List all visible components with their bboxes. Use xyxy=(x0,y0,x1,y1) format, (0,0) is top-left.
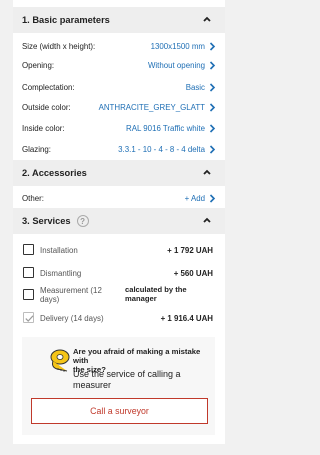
card-subtitle-line2: measurer xyxy=(73,380,112,390)
param-value[interactable]: Without opening xyxy=(148,61,205,70)
param-row-inside-color[interactable]: Inside color: RAL 9016 Traffic white xyxy=(13,118,225,138)
service-row-measurement: Measurement (12 days) calculated by the … xyxy=(13,284,225,306)
service-name: Measurement (12 days) xyxy=(40,286,102,304)
param-value[interactable]: RAL 9016 Traffic white xyxy=(126,124,205,133)
service-row-dismantling: Dismantling + 560 UAH xyxy=(13,266,225,280)
card-title-line1: Are you afraid of making a mistake with xyxy=(73,347,201,365)
param-row-glazing[interactable]: Glazing: 3.3.1 - 10 - 4 - 8 - 4 delta xyxy=(13,139,225,159)
param-label: Size (width x height): xyxy=(22,41,96,51)
param-row-complectation[interactable]: Complectation: Basic xyxy=(13,77,225,97)
section-basic-title: 1. Basic parameters xyxy=(22,15,110,25)
chevron-right-icon xyxy=(209,61,216,70)
note-line2: manager xyxy=(125,293,157,303)
chevron-right-icon xyxy=(209,42,216,51)
dismantling-checkbox[interactable] xyxy=(23,267,34,278)
param-value[interactable]: ANTHRACITE_GREY_GLATT xyxy=(99,103,205,112)
param-value[interactable]: Basic xyxy=(186,83,205,92)
caret-up-icon xyxy=(203,169,211,175)
param-row-size[interactable]: Size (width x height): 1300x1500 mm xyxy=(13,36,225,56)
service-name-line2: days) xyxy=(40,295,60,304)
section-accessories-header[interactable]: 2. Accessories xyxy=(13,160,225,186)
chevron-right-icon xyxy=(209,83,216,92)
param-label: Outside color: xyxy=(22,102,71,112)
service-name-line1: Measurement (12 xyxy=(40,286,102,295)
service-name: Delivery (14 days) xyxy=(40,314,104,323)
param-label: Complectation: xyxy=(22,82,75,92)
service-row-installation: Installation + 1 792 UAH xyxy=(13,243,225,257)
service-price: + 1 916.4 UAH xyxy=(160,314,213,323)
service-name: Dismantling xyxy=(40,269,82,278)
chevron-right-icon xyxy=(209,194,216,203)
param-label: Glazing: xyxy=(22,144,51,154)
service-price: + 560 UAH xyxy=(173,269,213,278)
section-services-title: 3. Services xyxy=(22,216,71,226)
section-accessories-title: 2. Accessories xyxy=(22,168,87,178)
configurator-panel: 1. Basic parameters Size (width x height… xyxy=(13,0,225,444)
param-value[interactable]: 3.3.1 - 10 - 4 - 8 - 4 delta xyxy=(118,145,205,154)
measurement-checkbox[interactable] xyxy=(23,289,34,300)
service-row-delivery: Delivery (14 days) + 1 916.4 UAH xyxy=(13,311,225,325)
caret-up-icon xyxy=(203,217,211,223)
param-label: Opening: xyxy=(22,60,55,70)
card-subtitle-line1: Use the service of calling a xyxy=(73,369,181,379)
section-services-header[interactable]: 3. Services ? xyxy=(13,208,225,234)
accessory-row-other[interactable]: Other: + Add xyxy=(13,188,225,208)
tape-measure-icon xyxy=(50,349,70,372)
call-surveyor-button[interactable]: Call a surveyor xyxy=(31,398,208,424)
delivery-checkbox[interactable] xyxy=(23,312,34,323)
param-value[interactable]: 1300x1500 mm xyxy=(151,42,205,51)
question-icon[interactable]: ? xyxy=(76,215,89,227)
installation-checkbox[interactable] xyxy=(23,244,34,255)
service-price-note: calculated by the manager xyxy=(125,285,187,303)
param-label: Inside color: xyxy=(22,123,65,133)
check-icon xyxy=(25,315,34,322)
chevron-right-icon xyxy=(209,103,216,112)
param-row-outside-color[interactable]: Outside color: ANTHRACITE_GREY_GLATT xyxy=(13,97,225,117)
caret-up-icon xyxy=(203,16,211,22)
card-subtitle: Use the service of calling a measurer xyxy=(73,369,203,391)
service-name: Installation xyxy=(40,246,78,255)
param-row-opening[interactable]: Opening: Without opening xyxy=(13,55,225,75)
service-price: + 1 792 UAH xyxy=(167,246,213,255)
chevron-right-icon xyxy=(209,124,216,133)
add-accessory-link[interactable]: + Add xyxy=(185,194,205,203)
section-basic-header[interactable]: 1. Basic parameters xyxy=(13,7,225,33)
accessory-label: Other: xyxy=(22,193,44,203)
chevron-right-icon xyxy=(209,145,216,154)
